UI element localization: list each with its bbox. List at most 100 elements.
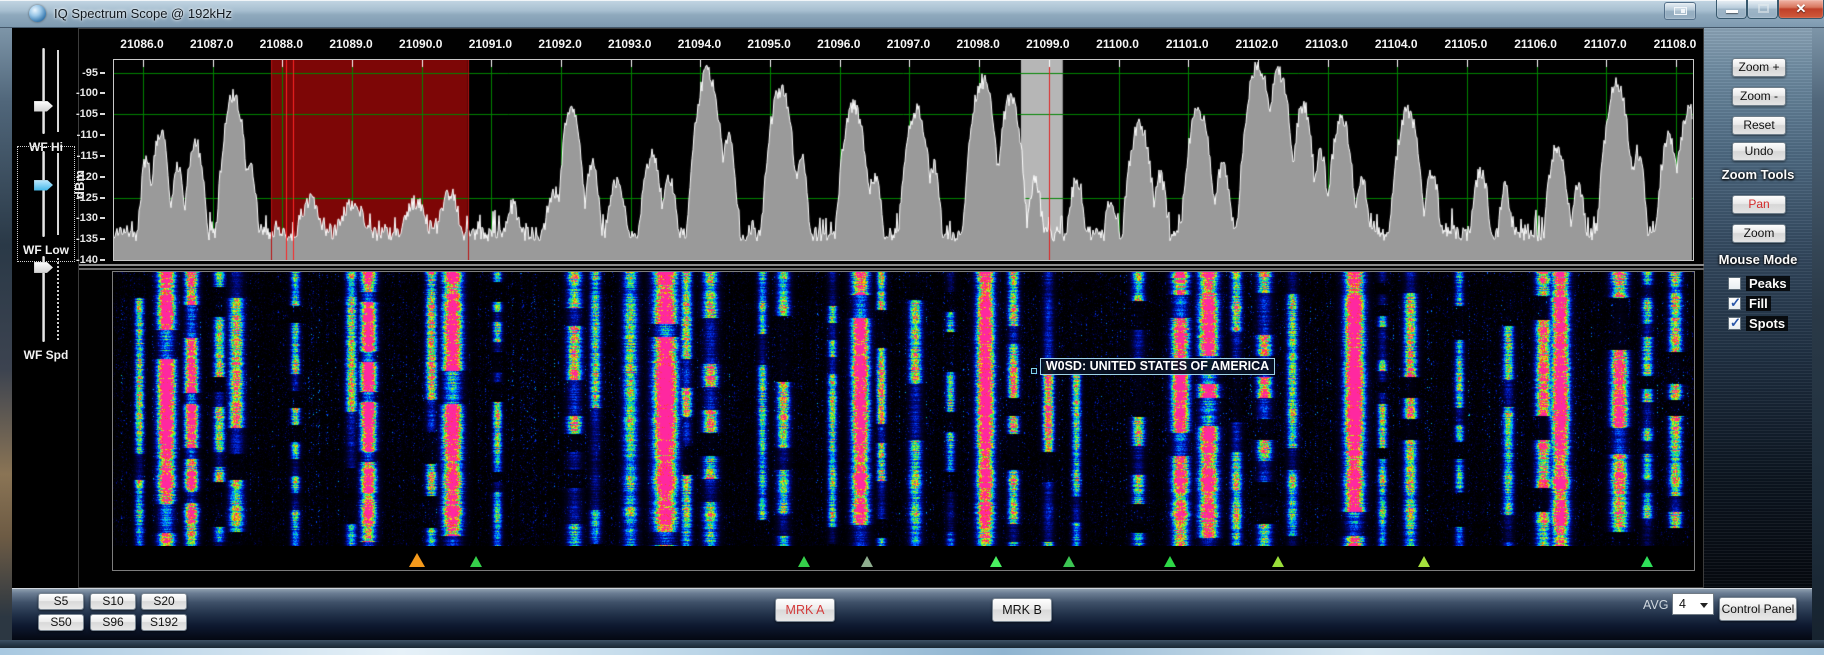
- window-layout-icon: [1674, 7, 1687, 15]
- dbm-tick-label: -135: [76, 233, 105, 245]
- slider-ticks: [57, 258, 59, 340]
- dbm-tick-label: -95: [82, 67, 105, 79]
- marker-a-button[interactable]: MRK A: [775, 598, 835, 622]
- checkbox-box[interactable]: ✓: [1728, 277, 1741, 290]
- window-title: IQ Spectrum Scope @ 192kHz: [54, 6, 232, 21]
- spot-marker-icon[interactable]: [470, 556, 483, 567]
- freq-tick-label: 21091.0: [468, 37, 513, 51]
- freq-tick-label: 21102.0: [1235, 37, 1279, 51]
- spot-marker-icon[interactable]: [1641, 556, 1654, 567]
- window-border-right: [1812, 28, 1824, 648]
- slider-ticks: [57, 50, 59, 132]
- spot-marker-icon[interactable]: [797, 556, 810, 567]
- freq-tick-label: 21096.0: [817, 37, 861, 51]
- minimize-icon: [1726, 10, 1738, 13]
- spot-marker-icon[interactable]: [1163, 556, 1176, 567]
- waterfall-panel[interactable]: W0SD: UNITED STATES OF AMERICA: [112, 271, 1695, 571]
- span-10khz-button[interactable]: S10: [90, 593, 136, 610]
- freq-tick-label: 21099.0: [1026, 37, 1070, 51]
- span-192khz-button[interactable]: S192: [141, 614, 187, 631]
- peaks-checkbox-label: Peaks: [1746, 276, 1790, 291]
- freq-tick-label: 21087.0: [189, 37, 234, 51]
- freq-tick-label: 21101.0: [1165, 37, 1209, 51]
- wf-spd-slider-thumb[interactable]: [34, 262, 53, 273]
- app-icon: [29, 5, 46, 22]
- freq-tick-label: 21086.0: [120, 37, 164, 51]
- spectrum-canvas[interactable]: [114, 60, 1693, 260]
- title-bar: IQ Spectrum Scope @ 192kHz ✕: [0, 0, 1824, 28]
- maximize-button[interactable]: [1747, 0, 1778, 19]
- dbm-axis: dBm -95 -100 -105 -110 -115 -120 -125 -130 -135-…: [72, 59, 113, 266]
- span-5khz-button[interactable]: S5: [38, 593, 84, 610]
- minimize-button[interactable]: [1716, 0, 1747, 19]
- checkbox-box[interactable]: ✓: [1728, 315, 1741, 330]
- avg-selected-value: 4: [1679, 597, 1686, 611]
- wf-spd-slider[interactable]: WF Spd: [18, 252, 74, 366]
- check-icon: ✓: [1730, 295, 1741, 310]
- spot-handle[interactable]: [1030, 368, 1037, 374]
- spectrum-plot[interactable]: [113, 59, 1694, 261]
- reset-button[interactable]: Reset: [1732, 116, 1786, 135]
- freq-tick-label: 21090.0: [399, 37, 443, 51]
- marker-b-button[interactable]: MRK B: [992, 598, 1052, 622]
- spot-marker-icon[interactable]: [1418, 556, 1431, 567]
- dbm-tick-label: -120: [76, 171, 105, 183]
- freq-tick-label: 21100.0: [1096, 37, 1139, 51]
- slider-track: [42, 151, 45, 237]
- span-50khz-button[interactable]: S50: [38, 614, 84, 631]
- freq-tick-label: 21089.0: [329, 37, 373, 51]
- freq-tick-label: 21093.0: [608, 37, 652, 51]
- app-window: IQ Spectrum Scope @ 192kHz ✕ WF Hi WF Lo…: [0, 0, 1824, 655]
- desktop-background: [0, 648, 1824, 655]
- close-icon: ✕: [1795, 1, 1807, 16]
- freq-tick-label: 21088.0: [259, 37, 304, 51]
- dbm-tick-label: -110: [77, 129, 105, 141]
- waterfall-canvas[interactable]: [113, 272, 1694, 546]
- wf-spd-label: WF Spd: [23, 348, 69, 362]
- window-border-bottom: [0, 640, 1824, 648]
- waterfall-slider-rail: WF Hi WF Low WF Spd: [12, 28, 78, 588]
- freq-tick-label: 21094.0: [677, 37, 722, 51]
- spot-marker-icon[interactable]: [860, 556, 873, 567]
- control-panel-button[interactable]: Control Panel: [1719, 597, 1797, 621]
- bottom-toolbar: S5 S10 S20 S50 S96 S192 MRK A MRK B AVG …: [12, 588, 1812, 640]
- fill-checkbox-label: Fill: [1746, 296, 1771, 311]
- avg-select[interactable]: 4: [1672, 593, 1714, 615]
- slider-track: [42, 48, 45, 134]
- pan-mode-button[interactable]: Pan: [1732, 195, 1786, 214]
- dbm-tick-label: -100: [76, 87, 105, 99]
- dropdown-arrow-icon: [1700, 603, 1708, 608]
- window-border-left: [0, 28, 12, 648]
- freq-tick-label: 21092.0: [538, 37, 582, 51]
- freq-tick-label: 21104.0: [1374, 37, 1418, 51]
- spots-checkbox-label: Spots: [1746, 316, 1789, 331]
- zoom-out-button[interactable]: Zoom -: [1732, 87, 1786, 106]
- panel-separator: [79, 268, 1705, 270]
- wf-low-slider-thumb[interactable]: [34, 179, 53, 191]
- spot-marker-icon[interactable]: [1062, 556, 1075, 567]
- undo-button[interactable]: Undo: [1732, 142, 1786, 161]
- avg-label: AVG: [1643, 598, 1669, 612]
- checkbox-box[interactable]: ✓: [1728, 295, 1741, 310]
- window-layout-button[interactable]: [1664, 2, 1696, 20]
- frequency-axis: 21086.0 21087.0 21088.0 21089.0 21090.0 21091…: [79, 37, 1705, 53]
- wf-hi-slider-thumb[interactable]: [34, 100, 53, 112]
- wf-hi-slider[interactable]: WF Hi: [18, 44, 74, 158]
- span-96khz-button[interactable]: S96: [90, 614, 136, 631]
- panel-separator: [79, 264, 1705, 266]
- dbm-tick-label: -125: [76, 192, 105, 204]
- wf-low-slider[interactable]: WF Low: [17, 146, 75, 262]
- freq-tick-label: 21108.0: [1653, 37, 1697, 51]
- close-button[interactable]: ✕: [1778, 0, 1824, 19]
- dbm-tick-label: -115: [77, 150, 105, 162]
- dbm-tick-label: -130: [76, 212, 105, 224]
- spot-marker-icon[interactable]: [409, 553, 426, 567]
- zoom-in-button[interactable]: Zoom +: [1732, 58, 1786, 77]
- span-20khz-button[interactable]: S20: [141, 593, 187, 610]
- spot-marker-icon[interactable]: [1271, 556, 1284, 567]
- zoom-mode-button[interactable]: Zoom: [1732, 224, 1786, 243]
- spot-marker-icon[interactable]: [989, 556, 1002, 567]
- slider-ticks: [57, 153, 59, 235]
- client-area: WF Hi WF Low WF Spd 21086.0 21087.0 21088.…: [12, 28, 1812, 588]
- mouse-mode-label: Mouse Mode: [1718, 252, 1798, 267]
